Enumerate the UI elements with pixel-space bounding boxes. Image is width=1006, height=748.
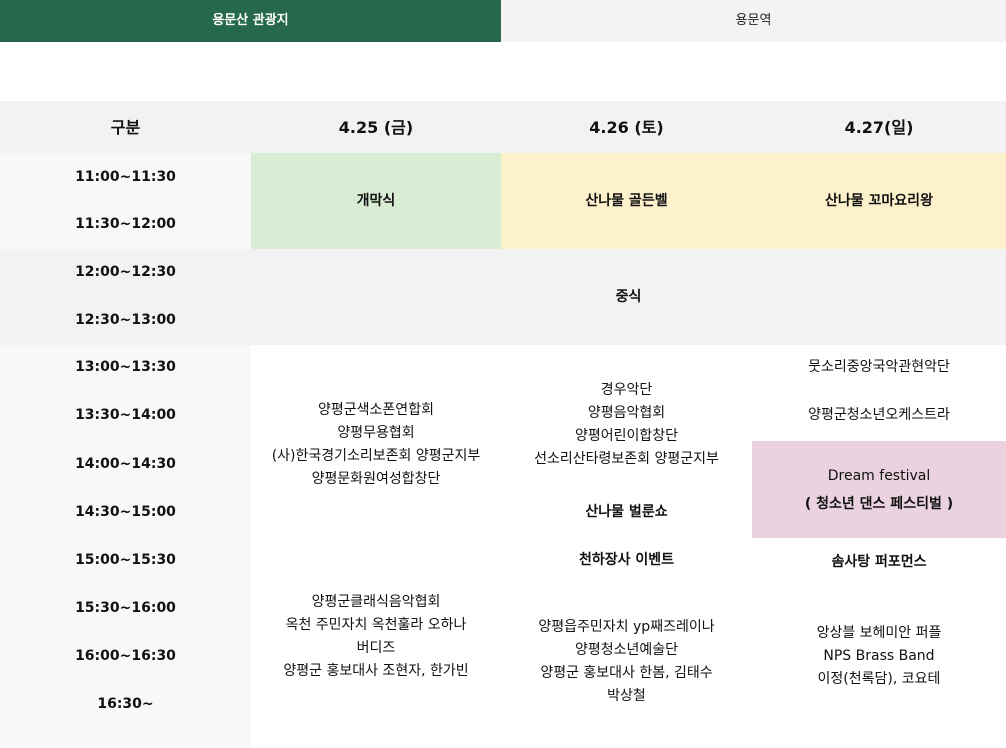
performer-item: 앙상블 보헤미안 퍼플: [816, 624, 942, 641]
header-label: 구분: [0, 101, 251, 153]
performer-item: 양평문화원여성합창단: [311, 471, 441, 487]
performer-item: 옥천 주민자치 옥천훌라 오하나: [285, 617, 467, 633]
performer-item: 선소리산타령보존회 양평군지부: [534, 451, 719, 467]
day1-late-block: 양평군클래식음악협회 옥천 주민자치 옥천훌라 오하나 버디즈 양평군 홍보대사…: [251, 537, 501, 737]
time-slot: 13:00~13:30: [75, 359, 176, 375]
event-cooking-king: 산나물 꼬마요리왕: [752, 153, 1006, 249]
festival-title: Dream festival: [827, 467, 931, 484]
time-slot: 14:00~14:30: [75, 456, 176, 472]
time-slot: 11:30~12:00: [75, 216, 176, 232]
day1-afternoon-block: 양평군색소폰연합회 양평무용협회 (사)한국경기소리보존회 양평군지부 양평문화…: [251, 345, 501, 545]
performer-item: 경우악단: [600, 382, 653, 398]
event-dream-festival: Dream festival ( 청소년 댄스 페스티벌 ): [752, 441, 1006, 538]
performer-item: 양평군클래식음악협회: [311, 594, 441, 610]
performer-item: 양평읍주민자치 yp째즈레이나: [538, 619, 715, 635]
performer-item: 양평군색소폰연합회: [318, 402, 434, 418]
performer-item: 양평어린이합창단: [574, 428, 679, 444]
tab-yongmunsan[interactable]: 용문산 관광지: [0, 0, 501, 42]
performer-item: 양평군 홍보대사 한봄, 김태수: [540, 665, 713, 681]
performer-item: 양평음악협회: [587, 405, 666, 421]
day3-slot-1: 뭇소리중앙국악관현악단: [808, 358, 950, 375]
header-day3: 4.27(일): [752, 101, 1006, 153]
time-slot: 12:30~13:00: [75, 312, 176, 328]
event-opening: 개막식: [251, 153, 501, 249]
performer-item: (사)한국경기소리보존회 양평군지부: [271, 448, 481, 464]
time-slot: 15:00~15:30: [75, 552, 176, 568]
header-day2: 4.26 (토): [501, 101, 752, 153]
day3-late-block: 앙상블 보헤미안 퍼플 NPS Brass Band 이정(천록담), 코요테: [752, 586, 1006, 726]
event-cotton-candy: 솜사탕 퍼포먼스: [831, 553, 927, 570]
day3-slot-2: 양평군청소년오케스트라: [808, 406, 950, 423]
performer-item: 양평무용협회: [337, 425, 415, 441]
performer-item: 양평군 홍보대사 조현자, 한가빈: [283, 663, 469, 679]
header-day1: 4.25 (금): [251, 101, 501, 153]
performer-item: 이정(천록담), 코요테: [817, 670, 941, 687]
day2-late-block: 양평읍주민자치 yp째즈레이나 양평청소년예술단 양평군 홍보대사 한봄, 김태…: [501, 587, 752, 737]
event-strongman: 천하장사 이벤트: [578, 551, 675, 568]
performer-item: 박상철: [607, 688, 646, 704]
event-golden-bell: 산나물 골든벨: [501, 153, 752, 249]
time-slot: 15:30~16:00: [75, 600, 176, 616]
event-lunch: 중식: [615, 288, 642, 305]
performer-item: NPS Brass Band: [823, 647, 935, 664]
day2-afternoon-block: 경우악단 양평음악협회 양평어린이합창단 선소리산타령보존회 양평군지부: [501, 345, 752, 505]
time-slot: 12:00~12:30: [75, 264, 176, 280]
schedule-table: 구분 4.25 (금) 4.26 (토) 4.27(일) 11:00~11:30…: [0, 101, 1006, 748]
festival-subtitle: ( 청소년 댄스 페스티벌 ): [804, 495, 954, 512]
performer-item: 버디즈: [356, 640, 396, 656]
time-slot: 14:30~15:00: [75, 504, 176, 520]
time-slot: 13:30~14:00: [75, 407, 176, 423]
performer-item: 양평청소년예술단: [574, 642, 679, 658]
venue-tabs: 용문산 관광지 용문역: [0, 0, 1006, 42]
time-slot: 16:30~: [97, 696, 154, 712]
time-slot: 16:00~16:30: [75, 648, 176, 664]
tab-yongmun-station[interactable]: 용문역: [501, 0, 1006, 42]
event-balloon-show: 산나물 벌룬쇼: [585, 503, 668, 520]
time-slot: 11:00~11:30: [75, 169, 176, 185]
